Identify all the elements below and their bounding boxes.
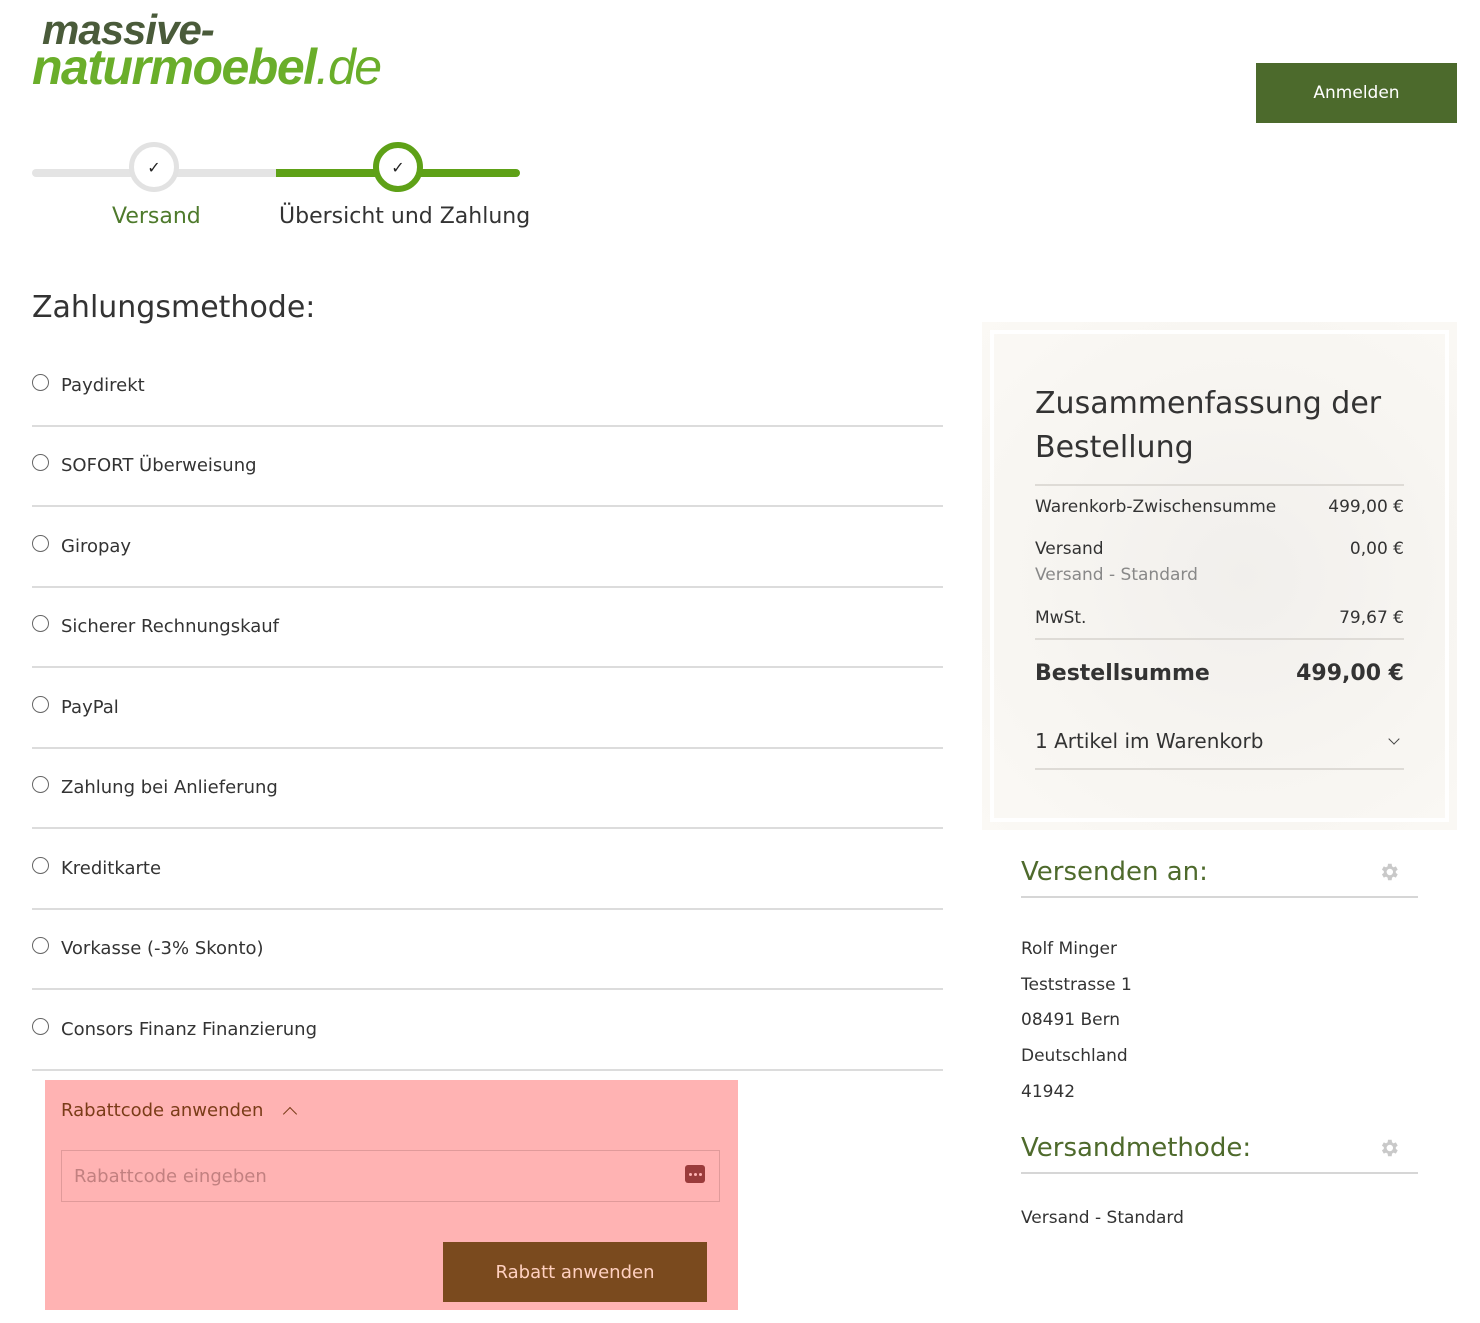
address-name: Rolf Minger <box>1021 939 1117 959</box>
payment-option-label: Zahlung bei Anlieferung <box>61 777 278 799</box>
tax-value: 79,67 € <box>1339 608 1404 628</box>
payment-option-paydirekt[interactable]: Paydirekt <box>32 346 943 427</box>
payment-option-kreditkarte[interactable]: Kreditkarte <box>32 829 943 910</box>
divider <box>1035 638 1404 640</box>
divider <box>1035 484 1404 486</box>
step-payment-label: Übersicht und Zahlung <box>279 204 531 229</box>
radio-button[interactable] <box>32 776 49 794</box>
tax-label: MwSt. <box>1035 608 1087 628</box>
shipping-address: Rolf Minger Teststrasse 1 08491 Bern Deu… <box>1021 932 1132 1111</box>
address-phone: 41942 <box>1021 1081 1076 1102</box>
shipping-value: 0,00 € <box>1349 539 1404 559</box>
login-button[interactable]: Anmelden <box>1256 63 1457 123</box>
radio-button[interactable] <box>32 695 49 713</box>
payment-option-label: Paydirekt <box>61 374 145 396</box>
ship-method-header: Versandmethode: <box>1021 1124 1418 1174</box>
payment-option-label: Kreditkarte <box>61 857 162 879</box>
site-logo[interactable]: massive- naturmoebel.de <box>32 8 432 95</box>
summary-tax-row: MwSt. 79,67 € <box>1035 608 1404 628</box>
shipping-method-value: Versand - Standard <box>1021 1208 1184 1228</box>
divider <box>1035 768 1404 770</box>
chevron-down-icon <box>1388 733 1400 745</box>
payment-option-label: PayPal <box>61 696 119 718</box>
payment-option-consors[interactable]: Consors Finanz Finanzierung <box>32 990 943 1071</box>
gear-icon[interactable] <box>1378 861 1400 883</box>
payment-option-label: Consors Finanz Finanzierung <box>61 1018 317 1040</box>
payment-option-label: SOFORT Überweisung <box>61 455 257 477</box>
payment-option-giropay[interactable]: Giropay <box>32 507 943 588</box>
radio-button[interactable] <box>32 856 49 874</box>
radio-button[interactable] <box>32 937 49 955</box>
discount-code-input[interactable] <box>61 1150 720 1202</box>
discount-toggle[interactable]: Rabattcode anwenden <box>61 1100 298 1121</box>
radio-button[interactable] <box>32 1017 49 1035</box>
apply-discount-button[interactable]: Rabatt anwenden <box>443 1242 707 1302</box>
address-country: Deutschland <box>1021 1046 1128 1067</box>
summary-total-row: Bestellsumme 499,00 € <box>1035 661 1404 686</box>
subtotal-value: 499,00 € <box>1328 497 1404 517</box>
shipping-method-sub: Versand - Standard <box>1035 565 1198 585</box>
payment-option-label: Giropay <box>61 535 132 557</box>
payment-option-label: Sicherer Rechnungskauf <box>61 616 279 638</box>
step-shipping-check-icon[interactable]: ✓ <box>129 142 179 192</box>
shipping-label: Versand <box>1035 539 1104 559</box>
ship-to-header: Versenden an: <box>1021 848 1418 898</box>
step-shipping-label[interactable]: Versand <box>112 204 201 229</box>
subtotal-label: Warenkorb-Zwischensumme <box>1035 497 1277 517</box>
step-payment-check-icon: ✓ <box>373 142 423 192</box>
address-city: 08491 Bern <box>1021 1010 1121 1031</box>
order-summary: Zusammenfassung der Bestellung Warenkorb… <box>982 322 1457 830</box>
cart-items-label: 1 Artikel im Warenkorb <box>1035 729 1264 753</box>
payment-method-list: Paydirekt SOFORT Überweisung Giropay Sic… <box>32 346 943 1071</box>
summary-title: Zusammenfassung der Bestellung <box>1035 386 1382 465</box>
radio-button[interactable] <box>32 534 49 552</box>
discount-toggle-label: Rabattcode anwenden <box>61 1100 264 1121</box>
checkout-progress: ✓ ✓ Versand Übersicht und Zahlung <box>32 140 530 240</box>
radio-button[interactable] <box>32 615 49 633</box>
payment-option-rechnungskauf[interactable]: Sicherer Rechnungskauf <box>32 588 943 668</box>
ship-to-title: Versenden an: <box>1021 857 1208 887</box>
address-street: Teststrasse 1 <box>1021 974 1132 995</box>
password-manager-icon[interactable] <box>685 1165 705 1183</box>
summary-subtotal-row: Warenkorb-Zwischensumme 499,00 € <box>1035 497 1404 517</box>
total-label: Bestellsumme <box>1035 661 1210 686</box>
radio-button[interactable] <box>32 454 49 472</box>
cart-items-toggle[interactable]: 1 Artikel im Warenkorb <box>1035 729 1404 753</box>
payment-option-vorkasse[interactable]: Vorkasse (-3% Skonto) <box>32 910 943 990</box>
logo-name: naturmoebel <box>32 39 317 95</box>
payment-option-paypal[interactable]: PayPal <box>32 668 943 749</box>
logo-line-2: naturmoebel.de <box>32 39 383 95</box>
payment-option-sofort[interactable]: SOFORT Überweisung <box>32 427 943 507</box>
total-value: 499,00 € <box>1296 661 1404 686</box>
payment-option-cod[interactable]: Zahlung bei Anlieferung <box>32 749 943 829</box>
chevron-up-icon <box>283 1106 298 1121</box>
summary-shipping-row: Versand 0,00 € <box>1035 539 1404 559</box>
radio-button[interactable] <box>32 373 49 391</box>
ship-method-title: Versandmethode: <box>1021 1133 1252 1163</box>
discount-panel: Rabattcode anwenden Rabatt anwenden <box>45 1080 738 1310</box>
payment-option-label: Vorkasse (-3% Skonto) <box>61 938 264 960</box>
logo-tld: .de <box>315 39 383 95</box>
gear-icon[interactable] <box>1378 1137 1400 1159</box>
payment-title: Zahlungsmethode: <box>32 290 316 325</box>
